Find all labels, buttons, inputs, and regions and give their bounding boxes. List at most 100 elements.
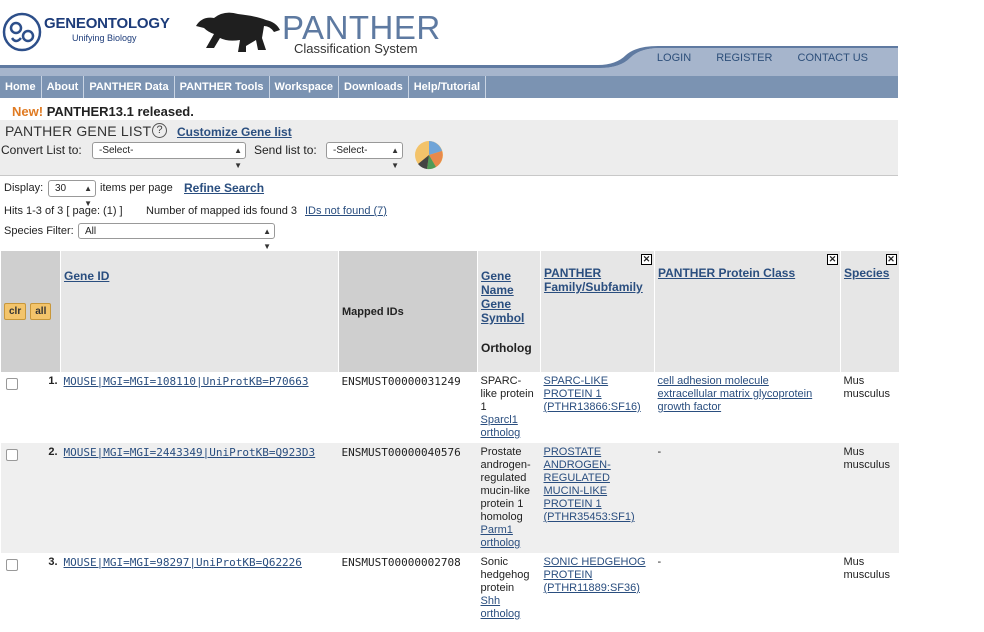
gene-id-link[interactable]: MOUSE|MGI=MGI=108110|UniProtKB=P70663 [64, 375, 309, 388]
nav-downloads[interactable]: Downloads [339, 76, 409, 98]
register-link[interactable]: REGISTER [716, 52, 772, 64]
species-filter-select[interactable]: All ▲ ▼ [78, 223, 275, 251]
updown-arrow-icon: ▲ ▼ [234, 146, 242, 170]
protein-class-link[interactable]: cell adhesion molecule [658, 375, 838, 388]
help-icon[interactable]: ? [152, 123, 167, 138]
nav-panther-tools[interactable]: PANTHER Tools [175, 76, 270, 98]
mapped-ids-count: Number of mapped ids found 3 [146, 205, 298, 217]
ortholog-heading: Ortholog [481, 341, 532, 355]
per-page-label: items per page [100, 182, 173, 194]
close-column-icon[interactable]: ✕ [885, 254, 897, 265]
protein-class-header: ✕ PANTHER Protein Class [654, 251, 841, 372]
family-link[interactable]: SONIC HEDGEHOG PROTEIN (PTHR11889:SF36) [544, 556, 646, 594]
species-filter-label: Species Filter: [4, 225, 74, 237]
convert-list-select[interactable]: -Select- ▲ ▼ [92, 142, 246, 170]
table-row: 3. MOUSE|MGI=MGI=98297|UniProtKB=Q62226 … [1, 553, 899, 625]
select-all-button[interactable]: all [30, 303, 52, 320]
species-filter-value: All [85, 226, 97, 237]
gene-name-header: Gene Name Gene Symbol Ortholog [477, 251, 541, 372]
row-select-cell [1, 372, 29, 443]
row-checkbox[interactable] [5, 449, 18, 461]
species-cell: Mus musculus [843, 375, 890, 400]
nav-workspace[interactable]: Workspace [270, 76, 340, 98]
gene-name-sort-link[interactable]: Gene Name [481, 269, 537, 297]
gene-symbol-sort-link[interactable]: Gene Symbol [481, 297, 537, 325]
display-label: Display: [4, 182, 44, 194]
updown-arrow-icon: ▲ ▼ [391, 146, 399, 170]
refine-search-link[interactable]: Refine Search [184, 181, 264, 195]
customize-gene-list-link[interactable]: Customize Gene list [177, 125, 292, 139]
send-list-label: Send list to: [254, 143, 317, 157]
family-link[interactable]: SPARC-LIKE PROTEIN 1 (PTHR13866:SF16) [544, 375, 641, 413]
ids-not-found-link[interactable]: IDs not found (7) [305, 205, 387, 217]
main-nav: Home About PANTHER Data PANTHER Tools Wo… [0, 76, 898, 98]
send-select-value: -Select- [333, 145, 368, 156]
family-sort-link[interactable]: PANTHER Family/Subfamily [544, 266, 643, 294]
close-column-icon[interactable]: ✕ [641, 254, 653, 265]
table-row: 2. MOUSE|MGI=MGI=2443349|UniProtKB=Q923D… [0, 443, 899, 553]
protein-class-cell: - [654, 443, 841, 553]
go-brand-name: GENEONTOLOGY [44, 15, 170, 32]
row-number: 3. [48, 556, 58, 568]
go-tagline: Unifying Biology [72, 33, 137, 43]
ortholog-link[interactable]: ortholog [481, 537, 538, 550]
mapped-id: ENSMUST00000031249 [341, 375, 461, 388]
protein-class-cell: - [657, 556, 662, 568]
nav-panther-data[interactable]: PANTHER Data [84, 76, 175, 98]
mapped-id: ENSMUST00000002708 [341, 556, 461, 569]
news-text: PANTHER13.1 released. [46, 104, 194, 119]
gene-id-link[interactable]: MOUSE|MGI=MGI=2443349|UniProtKB=Q923D3 [64, 446, 316, 459]
site-header: GENEONTOLOGY Unifying Biology PANTHER Cl… [0, 0, 898, 76]
species-cell: Mus musculus [840, 443, 899, 553]
gene-name: Sonic hedgehog protein [480, 556, 530, 594]
convert-list-label: Convert List to: [1, 143, 82, 157]
protein-class-link[interactable]: extracellular matrix glycoprotein [658, 388, 838, 401]
row-number: 2. [28, 443, 61, 553]
species-cell: Mus musculus [843, 556, 890, 581]
gene-name: Prostate androgen-regulated mucin-like p… [480, 446, 531, 523]
gene-symbol-link[interactable]: Shh [481, 595, 538, 608]
species-sort-link[interactable]: Species [844, 266, 889, 280]
nav-home[interactable]: Home [0, 76, 42, 98]
convert-select-value: -Select- [99, 145, 134, 156]
contact-us-link[interactable]: CONTACT US [798, 52, 869, 64]
nav-about[interactable]: About [42, 76, 85, 98]
news-badge: New! [12, 104, 44, 119]
top-links: LOGIN REGISTER CONTACT US [635, 52, 868, 64]
hits-summary: Hits 1-3 of 3 [ page: (1) ] [4, 205, 123, 217]
close-column-icon[interactable]: ✕ [827, 254, 839, 265]
pie-chart-icon[interactable] [414, 140, 444, 170]
gene-symbol-link[interactable]: Parm1 [481, 524, 538, 537]
row-checkbox[interactable] [5, 378, 18, 390]
items-per-page-select[interactable]: 30 ▲ ▼ [48, 180, 96, 208]
family-link[interactable]: PROSTATE ANDROGEN-REGULATED MUCIN-LIKE P… [544, 446, 635, 523]
mapped-ids-header: Mapped IDs [338, 251, 478, 372]
gene-symbol-link[interactable]: Sparcl1 [481, 414, 538, 427]
gene-results-table: clr all Gene ID Mapped IDs Gene Name Gene… [0, 251, 899, 625]
news-banner: New! PANTHER13.1 released. [12, 104, 194, 119]
clear-selection-button[interactable]: clr [4, 303, 27, 320]
mapped-ids-heading: Mapped IDs [342, 305, 404, 318]
page-title: PANTHER GENE LIST [5, 123, 152, 139]
nav-help-tutorial[interactable]: Help/Tutorial [409, 76, 487, 98]
protein-class-sort-link[interactable]: PANTHER Protein Class [658, 266, 795, 280]
table-row: 1. MOUSE|MGI=MGI=108110|UniProtKB=P70663… [1, 372, 899, 443]
items-per-page-value: 30 [55, 183, 67, 194]
species-header: ✕ Species [840, 251, 899, 372]
ortholog-link[interactable]: ortholog [481, 427, 538, 440]
login-link[interactable]: LOGIN [657, 52, 691, 64]
send-list-select[interactable]: -Select- ▲ ▼ [326, 142, 403, 170]
updown-arrow-icon: ▲ ▼ [263, 227, 271, 251]
gene-id-header: Gene ID [60, 251, 339, 372]
row-select-cell [1, 553, 29, 625]
gene-id-link[interactable]: MOUSE|MGI=MGI=98297|UniProtKB=Q62226 [64, 556, 302, 569]
select-buttons-header: clr all [0, 251, 61, 372]
gene-name: SPARC-like protein 1 [480, 375, 534, 413]
row-checkbox[interactable] [5, 559, 18, 571]
gene-id-sort-link[interactable]: Gene ID [64, 269, 109, 283]
ortholog-link[interactable]: ortholog [481, 608, 538, 621]
mapped-id: ENSMUST00000040576 [338, 443, 478, 553]
row-select-cell [0, 443, 29, 553]
protein-class-link[interactable]: growth factor [658, 401, 838, 414]
family-header: ✕ PANTHER Family/Subfamily [540, 251, 655, 372]
